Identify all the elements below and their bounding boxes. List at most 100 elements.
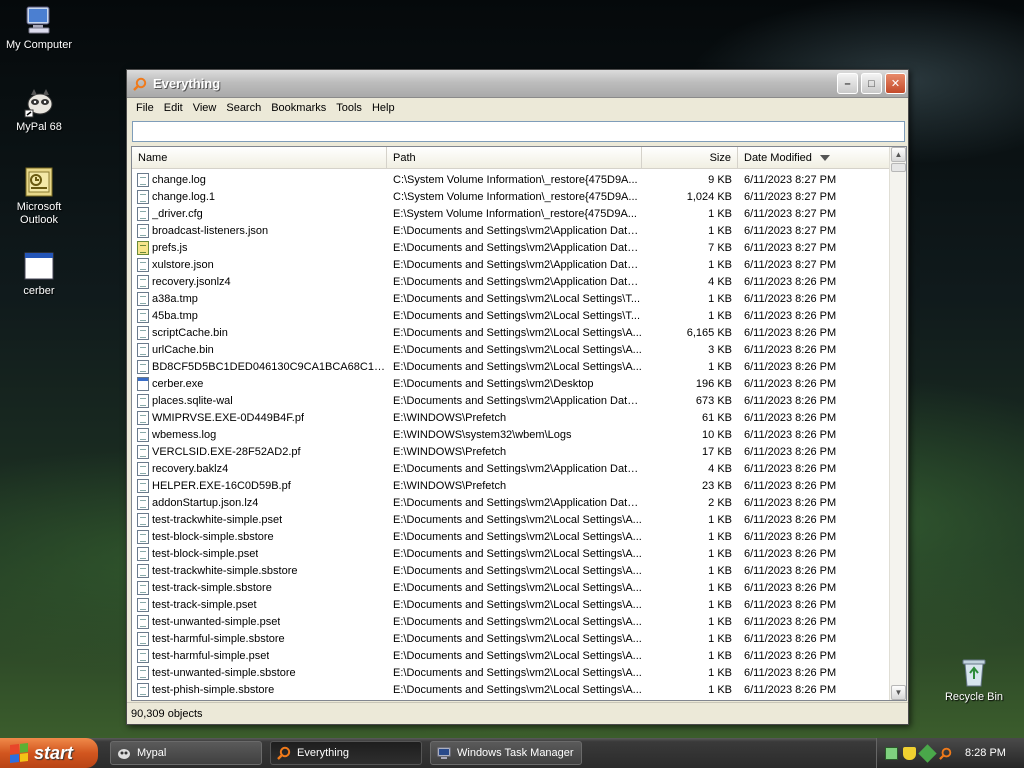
table-row[interactable]: change.log.1 C:\System Volume Information… (132, 188, 889, 205)
vertical-scrollbar[interactable]: ▲ ▼ (889, 147, 906, 700)
cell-size: 1 KB (708, 530, 732, 543)
table-row[interactable]: test-trackwhite-simple.sbstore E:\Documen… (132, 562, 889, 579)
status-bar: 90,309 objects (127, 702, 908, 724)
table-row[interactable]: BD8CF5D5BC1DED046130C9CA1BCA68C154... E:\… (132, 358, 889, 375)
taskbar-button-task-manager[interactable]: Windows Task Manager (430, 741, 582, 765)
table-row[interactable]: test-track-simple.sbstore E:\Documents an… (132, 579, 889, 596)
file-name: change.log.1 (152, 190, 215, 203)
taskbar-button-everything[interactable]: Everything (270, 741, 422, 765)
window-title: Everything (153, 76, 221, 91)
cell-size: 1 KB (708, 649, 732, 662)
rows-container: change.log C:\System Volume Information\_… (132, 171, 889, 698)
menu-file[interactable]: File (131, 100, 159, 116)
cell-path: E:\Documents and Settings\vm2\Desktop (393, 377, 594, 390)
cell-date-modified: 6/11/2023 8:26 PM (744, 513, 837, 526)
cell-name: test-unwanted-simple.sbstore (132, 665, 387, 680)
column-header-date-modified[interactable]: Date Modified (738, 147, 889, 169)
table-row[interactable]: test-unwanted-simple.pset E:\Documents an… (132, 613, 889, 630)
menu-search[interactable]: Search (221, 100, 266, 116)
maximize-button[interactable]: □ (861, 73, 882, 94)
network-icon[interactable] (885, 746, 898, 760)
cell-size: 23 KB (702, 479, 732, 492)
column-header-path[interactable]: Path (387, 147, 642, 169)
table-row[interactable]: test-phish-simple.sbstore E:\Documents an… (132, 681, 889, 698)
text-file-icon (137, 308, 149, 323)
menu-edit[interactable]: Edit (159, 100, 188, 116)
scroll-thumb[interactable] (891, 163, 906, 172)
table-row[interactable]: test-harmful-simple.sbstore E:\Documents … (132, 630, 889, 647)
desktop-icon-cerber[interactable]: cerber (0, 250, 78, 297)
menu-tools[interactable]: Tools (331, 100, 367, 116)
table-row[interactable]: VERCLSID.EXE-28F52AD2.pf E:\WINDOWS\Prefe… (132, 443, 889, 460)
cell-path: E:\WINDOWS\Prefetch (393, 479, 507, 492)
text-file-icon (137, 648, 149, 663)
table-row[interactable]: xulstore.json E:\Documents and Settings\v… (132, 256, 889, 273)
table-row[interactable]: HELPER.EXE-16C0D59B.pf E:\WINDOWS\Prefetc… (132, 477, 889, 494)
cell-path: E:\Documents and Settings\vm2\Local Sett… (393, 666, 642, 679)
menu-view[interactable]: View (188, 100, 222, 116)
shield-icon[interactable] (903, 746, 916, 760)
title-bar[interactable]: Everything – □ ✕ (127, 70, 908, 98)
table-row[interactable]: a38a.tmp E:\Documents and Settings\vm2\Lo… (132, 290, 889, 307)
table-row[interactable]: _driver.cfg E:\System Volume Information\… (132, 205, 889, 222)
file-name: urlCache.bin (152, 343, 214, 356)
desktop-icon-outlook[interactable]: Microsoft Outlook (0, 166, 78, 227)
table-row[interactable]: places.sqlite-wal E:\Documents and Settin… (132, 392, 889, 409)
table-row[interactable]: test-track-simple.pset E:\Documents and S… (132, 596, 889, 613)
table-row[interactable]: urlCache.bin E:\Documents and Settings\vm… (132, 341, 889, 358)
text-file-icon (137, 512, 149, 527)
table-row[interactable]: addonStartup.json.lz4 E:\Documents and Se… (132, 494, 889, 511)
file-name: 45ba.tmp (152, 309, 198, 322)
cell-path: E:\WINDOWS\system32\wbem\Logs (393, 428, 572, 441)
text-file-icon (137, 478, 149, 493)
table-row[interactable]: wbemess.log E:\WINDOWS\system32\wbem\Logs… (132, 426, 889, 443)
desktop-icon-recycle-bin[interactable]: Recycle Bin (935, 656, 1013, 703)
scroll-up-button[interactable]: ▲ (891, 147, 906, 162)
table-row[interactable]: broadcast-listeners.json E:\Documents and… (132, 222, 889, 239)
cell-size: 1,024 KB (686, 190, 732, 203)
table-row[interactable]: change.log C:\System Volume Information\_… (132, 171, 889, 188)
table-row[interactable]: scriptCache.bin E:\Documents and Settings… (132, 324, 889, 341)
script-file-icon (137, 240, 149, 255)
table-row[interactable]: test-block-simple.sbstore E:\Documents an… (132, 528, 889, 545)
cell-path: E:\Documents and Settings\vm2\Local Sett… (393, 598, 642, 611)
safely-remove-icon[interactable] (918, 743, 937, 763)
desktop-icon-my-computer[interactable]: My Computer (0, 4, 78, 51)
table-row[interactable]: test-harmful-simple.pset E:\Documents and… (132, 647, 889, 664)
cell-path: E:\Documents and Settings\vm2\Local Sett… (393, 326, 642, 339)
desktop-icon-label: Recycle Bin (944, 691, 1004, 703)
table-row[interactable]: cerber.exe E:\Documents and Settings\vm2\… (132, 375, 889, 392)
table-row[interactable]: recovery.baklz4 E:\Documents and Settings… (132, 460, 889, 477)
search-input[interactable] (132, 121, 905, 142)
text-file-icon (137, 444, 149, 459)
table-row[interactable]: test-trackwhite-simple.pset E:\Documents … (132, 511, 889, 528)
menu-bookmarks[interactable]: Bookmarks (266, 100, 331, 116)
close-button[interactable]: ✕ (885, 73, 906, 94)
file-name: test-track-simple.sbstore (152, 581, 272, 594)
table-row[interactable]: WMIPRVSE.EXE-0D449B4F.pf E:\WINDOWS\Prefe… (132, 409, 889, 426)
table-row[interactable]: recovery.jsonlz4 E:\Documents and Setting… (132, 273, 889, 290)
desktop-icon-label: Microsoft Outlook (16, 201, 62, 226)
cell-date-modified: 6/11/2023 8:26 PM (744, 462, 837, 475)
cell-name: xulstore.json (132, 257, 387, 272)
column-header-name[interactable]: Name (132, 147, 387, 169)
application-window-icon (23, 250, 55, 282)
taskbar-button-mypal[interactable]: Mypal (110, 741, 262, 765)
magnifier-icon[interactable] (939, 747, 952, 760)
desktop-icon-mypal[interactable]: MyPal 68 (0, 86, 78, 133)
cell-date-modified: 6/11/2023 8:26 PM (744, 649, 837, 662)
table-row[interactable]: test-unwanted-simple.sbstore E:\Documents… (132, 664, 889, 681)
scroll-down-button[interactable]: ▼ (891, 685, 906, 700)
cell-path: E:\Documents and Settings\vm2\Local Sett… (393, 309, 641, 322)
text-file-icon (137, 495, 149, 510)
menu-help[interactable]: Help (367, 100, 400, 116)
table-row[interactable]: test-block-simple.pset E:\Documents and S… (132, 545, 889, 562)
file-name: test-block-simple.pset (152, 547, 259, 560)
start-button[interactable]: start (0, 738, 98, 768)
column-header-size[interactable]: Size (642, 147, 738, 169)
cell-name: recovery.jsonlz4 (132, 274, 387, 289)
table-row[interactable]: 45ba.tmp E:\Documents and Settings\vm2\Lo… (132, 307, 889, 324)
close-icon: ✕ (890, 78, 901, 90)
table-row[interactable]: prefs.js E:\Documents and Settings\vm2\Ap… (132, 239, 889, 256)
minimize-button[interactable]: – (837, 73, 858, 94)
